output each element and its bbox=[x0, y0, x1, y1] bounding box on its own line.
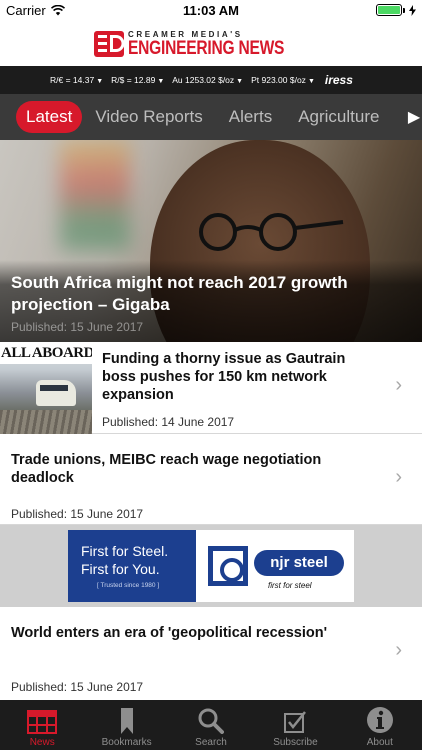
bottom-tab-bar: News Bookmarks Search Subscribe About bbox=[0, 700, 422, 750]
tab-alerts[interactable]: Alerts bbox=[216, 107, 285, 127]
chevron-right-icon: › bbox=[395, 639, 402, 661]
tabs-scroll-right-icon[interactable]: ▶ bbox=[406, 94, 422, 140]
caret-down-icon: ▼ bbox=[307, 78, 315, 85]
tabbar-subscribe[interactable]: Subscribe bbox=[253, 700, 337, 750]
article-row-geopolitical[interactable]: World enters an era of 'geopolitical rec… bbox=[0, 607, 422, 700]
caret-down-icon: ▼ bbox=[236, 78, 244, 85]
subscribe-icon bbox=[284, 711, 307, 733]
brand-title: ENGINEERING NEWS bbox=[128, 37, 285, 59]
battery-icon bbox=[376, 4, 405, 16]
thumbnail-caption: ALL ABOARD bbox=[0, 342, 92, 364]
article-title: Trade unions, MEIBC reach wage negotiati… bbox=[11, 452, 322, 486]
tab-latest[interactable]: Latest bbox=[16, 101, 83, 133]
hero-title: South Africa might not reach 2017 growth… bbox=[11, 273, 348, 314]
ad-line-3: [ Trusted since 1980 ] bbox=[97, 582, 160, 589]
brand-header: CREAMER MEDIA'S ENGINEERING NEWS bbox=[0, 22, 422, 66]
ad-brand: njr steel bbox=[254, 550, 344, 576]
charging-icon bbox=[409, 4, 416, 16]
article-title: World enters an era of 'geopolitical rec… bbox=[11, 625, 328, 641]
tabbar-news[interactable]: News bbox=[0, 700, 84, 750]
article-title: Funding a thorny issue as Gautrain boss … bbox=[102, 351, 346, 403]
caret-down-icon: ▼ bbox=[96, 78, 104, 85]
ticker-item-gold: Au 1253.02 $/oz ▼ bbox=[172, 75, 244, 85]
chevron-right-icon: › bbox=[395, 466, 402, 488]
ad-line-1: First for Steel. bbox=[81, 543, 169, 559]
article-date: Published: 14 June 2017 bbox=[102, 415, 235, 429]
info-icon bbox=[366, 707, 393, 733]
tab-agriculture[interactable]: Agriculture bbox=[285, 107, 392, 127]
article-thumbnail: ALL ABOARD bbox=[0, 342, 92, 434]
tabbar-bookmarks[interactable]: Bookmarks bbox=[84, 700, 168, 750]
hero-story[interactable]: South Africa might not reach 2017 growth… bbox=[0, 140, 422, 342]
tabbar-bookmarks-label: Bookmarks bbox=[101, 737, 152, 748]
tabbar-about[interactable]: About bbox=[338, 700, 422, 750]
ticker-item-rand-dollar: R/$ = 12.89 ▼ bbox=[111, 75, 165, 85]
ticker-item-rand-euro: R/€ = 14.37 ▼ bbox=[50, 75, 104, 85]
ticker-item-platinum: Pt 923.00 $/oz ▼ bbox=[251, 75, 315, 85]
article-row-gautrain[interactable]: ALL ABOARD Funding a thorny issue as Gau… bbox=[0, 342, 422, 434]
hero-date: Published: 15 June 2017 bbox=[11, 320, 144, 334]
tabbar-about-label: About bbox=[366, 737, 393, 748]
advertisement-banner[interactable]: First for Steel. First for You. [ Truste… bbox=[0, 525, 422, 607]
status-time: 11:03 AM bbox=[183, 3, 239, 18]
bookmark-icon bbox=[120, 708, 133, 734]
tabbar-search[interactable]: Search bbox=[169, 700, 253, 750]
article-row-trade-unions[interactable]: Trade unions, MEIBC reach wage negotiati… bbox=[0, 434, 422, 525]
train-image bbox=[36, 380, 76, 406]
article-date: Published: 15 June 2017 bbox=[11, 680, 144, 694]
tabbar-search-label: Search bbox=[195, 737, 227, 748]
engineering-news-logo-icon bbox=[94, 31, 124, 57]
search-icon bbox=[198, 708, 225, 734]
tabbar-news-label: News bbox=[29, 737, 55, 748]
iress-logo: iress bbox=[324, 73, 353, 87]
chevron-right-icon: › bbox=[395, 374, 402, 396]
market-ticker: R/€ = 14.37 ▼ R/$ = 12.89 ▼ Au 1253.02 $/o… bbox=[0, 66, 422, 94]
tabbar-subscribe-label: Subscribe bbox=[273, 737, 318, 748]
njr-logo-icon bbox=[208, 546, 248, 586]
caret-down-icon: ▼ bbox=[157, 78, 165, 85]
category-tabs: Latest Video Reports Alerts Agriculture … bbox=[0, 94, 422, 140]
article-date: Published: 15 June 2017 bbox=[11, 507, 144, 521]
news-icon bbox=[27, 710, 58, 734]
ad-tagline: first for steel bbox=[268, 581, 312, 590]
tab-video-reports[interactable]: Video Reports bbox=[82, 107, 215, 127]
ad-line-2: First for You. bbox=[81, 561, 160, 577]
status-bar: Carrier 11:03 AM bbox=[0, 0, 422, 22]
